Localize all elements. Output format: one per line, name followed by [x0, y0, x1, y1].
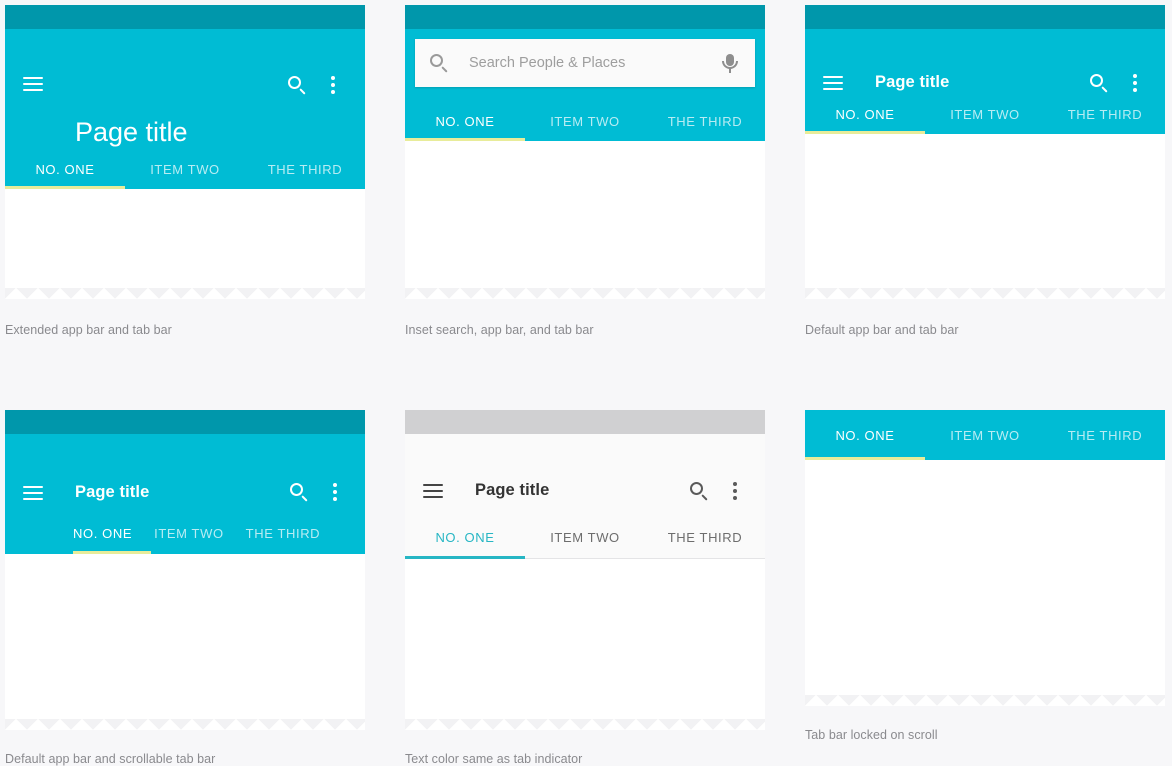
torn-edge: [805, 695, 1165, 706]
page-title: Page title: [875, 73, 950, 91]
tab-item-two[interactable]: ITEM TWO: [925, 107, 1045, 122]
page-title: Page title: [475, 481, 550, 499]
torn-edge: [805, 288, 1165, 299]
specimen-sheet: Page title NO. ONE ITEM TWO THE THIRD Ex…: [0, 0, 1172, 766]
tab-the-third[interactable]: THE THIRD: [645, 114, 765, 129]
panel-caption: Text color same as tab indicator: [405, 752, 583, 766]
tab-no-one[interactable]: NO. ONE: [805, 428, 925, 443]
content-area: [405, 559, 765, 730]
panel-default-app-bar: Page title NO. ONE ITEM TWO THE THIRD De…: [805, 5, 1165, 337]
status-bar: [805, 5, 1165, 29]
tab-item-two[interactable]: ITEM TWO: [525, 114, 645, 129]
device-frame: Page title NO. ONE ITEM TWO THE THIRD: [5, 5, 365, 299]
status-bar: [5, 5, 365, 29]
tab-item-two[interactable]: ITEM TWO: [525, 530, 645, 545]
content-area: [5, 554, 365, 730]
search-icon: [429, 53, 449, 73]
search-button[interactable]: [287, 75, 307, 100]
panel-caption: Inset search, app bar, and tab bar: [405, 323, 594, 337]
tab-item-two[interactable]: ITEM TWO: [125, 162, 245, 177]
page-title: Page title: [75, 483, 150, 501]
torn-edge: [405, 719, 765, 730]
panel-caption: Default app bar and scrollable tab bar: [5, 752, 216, 766]
microphone-icon[interactable]: [719, 52, 741, 74]
device-frame: Search People & Places NO. ONE ITEM TWO …: [405, 5, 765, 299]
menu-button[interactable]: [423, 484, 443, 503]
panel-tab-bar-locked: NO. ONE ITEM TWO THE THIRD Tab bar locke…: [805, 410, 1165, 742]
status-bar: [5, 410, 365, 434]
content-area: [405, 141, 765, 299]
app-bar: Page title NO. ONE ITEM TWO THE THIRD: [405, 434, 765, 559]
tab-bar-scrollable[interactable]: NO. ONE ITEM TWO THE THIRD: [5, 512, 365, 554]
search-input[interactable]: Search People & Places: [469, 55, 719, 71]
search-button[interactable]: [689, 481, 709, 506]
search-icon: [289, 482, 309, 502]
search-icon: [689, 481, 709, 501]
panel-scrollable-tab-bar: Page title NO. ONE ITEM TWO THE THIRD De…: [5, 410, 365, 766]
content-area: [805, 460, 1165, 706]
menu-button[interactable]: [23, 486, 43, 505]
search-icon: [1089, 73, 1109, 93]
overflow-button[interactable]: [733, 482, 737, 505]
content-area: [5, 189, 365, 299]
tab-the-third[interactable]: THE THIRD: [246, 526, 321, 541]
search-button[interactable]: [289, 482, 309, 507]
panel-extended-app-bar: Page title NO. ONE ITEM TWO THE THIRD Ex…: [5, 5, 365, 337]
app-bar: Page title NO. ONE ITEM TWO THE THIRD: [5, 434, 365, 554]
panel-caption: Tab bar locked on scroll: [805, 728, 938, 742]
device-frame: NO. ONE ITEM TWO THE THIRD: [805, 410, 1165, 706]
app-bar: Page title NO. ONE ITEM TWO THE THIRD: [5, 29, 365, 189]
tab-the-third[interactable]: THE THIRD: [1045, 428, 1165, 443]
app-bar: Search People & Places NO. ONE ITEM TWO …: [405, 29, 765, 141]
overflow-button[interactable]: [1133, 74, 1137, 97]
tab-the-third[interactable]: THE THIRD: [245, 162, 365, 177]
tab-bar: NO. ONE ITEM TWO THE THIRD: [405, 101, 765, 141]
tab-no-one[interactable]: NO. ONE: [805, 107, 925, 122]
menu-button[interactable]: [23, 77, 43, 96]
overflow-menu-icon: [1133, 74, 1137, 92]
device-frame: Page title NO. ONE ITEM TWO THE THIRD: [405, 410, 765, 730]
tab-bar: NO. ONE ITEM TWO THE THIRD: [805, 410, 1165, 460]
panel-text-color-matches-indicator: Page title NO. ONE ITEM TWO THE THIRD Te…: [405, 410, 765, 766]
status-bar: [405, 410, 765, 434]
menu-button[interactable]: [823, 76, 843, 95]
hamburger-menu-icon: [23, 77, 43, 91]
tab-bar: NO. ONE ITEM TWO THE THIRD: [5, 149, 365, 189]
content-area: [805, 134, 1165, 299]
tab-no-one[interactable]: NO. ONE: [405, 114, 525, 129]
page-title: Page title: [75, 117, 188, 147]
overflow-menu-icon: [733, 482, 737, 500]
tab-item-two[interactable]: ITEM TWO: [925, 428, 1045, 443]
tab-no-one[interactable]: NO. ONE: [73, 526, 132, 541]
overflow-menu-icon: [331, 76, 335, 94]
overflow-button[interactable]: [331, 76, 335, 99]
torn-edge: [405, 288, 765, 299]
tab-the-third[interactable]: THE THIRD: [645, 530, 765, 545]
panel-inset-search: Search People & Places NO. ONE ITEM TWO …: [405, 5, 765, 337]
tab-no-one[interactable]: NO. ONE: [5, 162, 125, 177]
overflow-button[interactable]: [333, 483, 337, 506]
tab-item-two[interactable]: ITEM TWO: [154, 526, 224, 541]
tab-no-one[interactable]: NO. ONE: [405, 530, 525, 545]
tab-the-third[interactable]: THE THIRD: [1045, 107, 1165, 122]
device-frame: Page title NO. ONE ITEM TWO THE THIRD: [805, 5, 1165, 299]
hamburger-menu-icon: [423, 484, 443, 498]
panel-caption: Default app bar and tab bar: [805, 323, 959, 337]
hamburger-menu-icon: [823, 76, 843, 90]
hamburger-menu-icon: [23, 486, 43, 500]
search-icon: [287, 75, 307, 95]
tab-bar: NO. ONE ITEM TWO THE THIRD: [805, 95, 1165, 134]
app-bar: Page title NO. ONE ITEM TWO THE THIRD: [805, 29, 1165, 134]
tab-bar: NO. ONE ITEM TWO THE THIRD: [405, 515, 765, 559]
torn-edge: [5, 288, 365, 299]
overflow-menu-icon: [333, 483, 337, 501]
search-field[interactable]: Search People & Places: [415, 39, 755, 87]
torn-edge: [5, 719, 365, 730]
status-bar: [405, 5, 765, 29]
panel-caption: Extended app bar and tab bar: [5, 323, 172, 337]
device-frame: Page title NO. ONE ITEM TWO THE THIRD: [5, 410, 365, 730]
